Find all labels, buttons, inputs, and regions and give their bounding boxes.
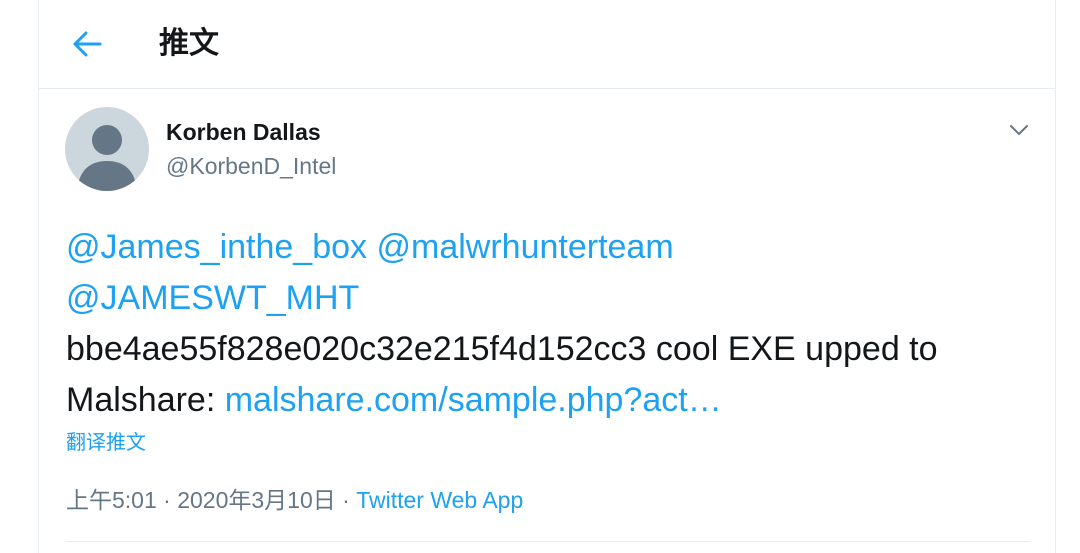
author-name[interactable]: Korben Dallas	[166, 118, 321, 146]
default-profile-icon	[77, 125, 137, 191]
divider	[66, 541, 1030, 542]
arrow-left-icon	[73, 31, 102, 57]
tweet-menu-button[interactable]	[1003, 114, 1035, 146]
page-title: 推文	[159, 27, 219, 60]
tweet-text: @James_inthe_box @malwrhunterteam @JAMESW…	[66, 222, 1041, 426]
author-handle[interactable]: @KorbenD_Intel	[166, 152, 336, 180]
mention-link[interactable]: @James_inthe_box	[66, 228, 367, 266]
mention-link[interactable]: @JAMESWT_MHT	[66, 279, 359, 317]
meta-separator: ·	[335, 487, 357, 513]
avatar[interactable]	[65, 107, 149, 191]
tweet-url-link[interactable]: malshare.com/sample.php?act…	[225, 381, 722, 419]
tweet-timestamp[interactable]: 上午5:01 · 2020年3月10日	[66, 487, 336, 513]
translate-tweet-link[interactable]: 翻译推文	[66, 430, 146, 456]
source-app-link[interactable]: Twitter Web App	[356, 487, 523, 513]
page-header: 推文	[39, 0, 1055, 89]
tweet-detail-column: 推文 Korben Dallas @KorbenD_Intel @James_i…	[38, 0, 1056, 553]
mention-link[interactable]: @malwrhunterteam	[376, 228, 673, 266]
chevron-down-icon	[1010, 125, 1028, 135]
back-button[interactable]	[65, 22, 109, 66]
tweet-meta: 上午5:01 · 2020年3月10日 · Twitter Web App	[66, 485, 523, 515]
